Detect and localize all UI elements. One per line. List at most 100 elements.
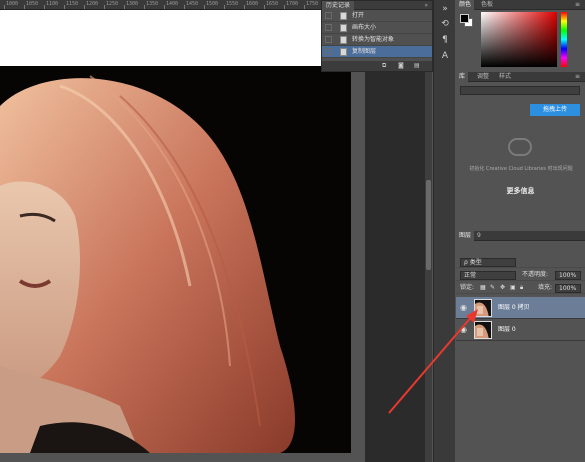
document-canvas[interactable]	[0, 10, 351, 453]
lock-transparent-icon[interactable]: ▦	[480, 282, 486, 294]
history-snapshot-checkbox[interactable]	[325, 12, 332, 19]
ruler-tick	[124, 5, 125, 9]
ruler-label: 1750	[306, 1, 319, 7]
ruler-label: 1250	[106, 1, 119, 7]
ruler-label: 1150	[66, 1, 79, 7]
color-picker-field[interactable]	[481, 12, 557, 67]
tab-styles[interactable]: 样式	[496, 72, 514, 82]
character-icon[interactable]: A	[439, 50, 451, 62]
history-icon[interactable]: ⟲	[439, 18, 451, 30]
layer-thumbnail	[474, 299, 492, 317]
blend-row: 正常 不透明度: 100%	[456, 269, 585, 281]
history-snapshot-checkbox[interactable]	[325, 48, 332, 55]
lock-label: 锁定:	[460, 284, 475, 291]
tab-adjustments[interactable]: 调整	[474, 72, 492, 82]
fill-input[interactable]: 100%	[555, 284, 581, 293]
tab-libraries[interactable]: 库	[456, 72, 469, 82]
layer-filter-row: ρ 类型	[456, 256, 585, 268]
pasteboard	[351, 10, 365, 462]
layer-thumbnail	[474, 321, 492, 339]
camera-icon[interactable]: ◙	[398, 62, 404, 69]
opacity-input[interactable]: 100%	[555, 271, 581, 280]
layers-panel-header: 图层 9	[456, 231, 585, 241]
ruler-label: 1500	[206, 1, 219, 7]
document-icon	[340, 12, 347, 20]
ruler-tick	[64, 5, 65, 9]
library-panel: 拖拽上传 初始化 Creative Cloud Libraries 时出现问题 …	[456, 83, 585, 228]
trash-icon[interactable]: ▤	[414, 62, 420, 69]
history-item[interactable]: 画布大小	[322, 22, 432, 34]
history-tab[interactable]: 历史记录	[322, 1, 355, 10]
library-select[interactable]	[460, 86, 580, 95]
panel-menu-icon[interactable]: ≡	[572, 0, 583, 10]
new-snapshot-icon[interactable]: ⧉	[382, 62, 386, 70]
vertical-scrollbar[interactable]	[425, 20, 432, 462]
ruler-label: 1700	[286, 1, 299, 7]
ruler-tick	[204, 5, 205, 9]
more-info-link[interactable]: 更多信息	[456, 186, 585, 196]
ruler-label: 1000	[6, 1, 19, 7]
filter-type-select[interactable]: ρ 类型	[460, 258, 516, 267]
library-panel-header: 库 调整 样式 ≡	[456, 72, 585, 82]
ruler-tick	[284, 5, 285, 9]
color-panel-header: 颜色 色板 ≡	[456, 0, 585, 10]
layer-row[interactable]: ◉ 图层 0 拷贝	[456, 297, 585, 319]
photo-woman-portrait	[0, 66, 351, 453]
history-item[interactable]: 复制图层	[322, 46, 432, 58]
ruler-tick	[184, 5, 185, 9]
ruler-tick	[224, 5, 225, 9]
ruler-tick	[244, 5, 245, 9]
layer-row[interactable]: ◉ 图层 0	[456, 319, 585, 341]
history-footer: ⧉ ◙ ▤	[322, 61, 432, 71]
layers-panel: ρ 类型 正常 不透明度: 100% 锁定: ▦ ✎ ✥ ▣ 🔒︎ 填充: 10…	[456, 241, 585, 462]
library-error-message: 初始化 Creative Cloud Libraries 时出现问题	[469, 166, 573, 172]
history-item-label: 转换为智能对象	[352, 36, 395, 43]
history-item-label: 复制图层	[352, 48, 377, 55]
ruler-tick	[24, 5, 25, 9]
history-item-label: 画布大小	[352, 24, 377, 31]
paragraph-icon[interactable]: ¶	[439, 34, 451, 46]
ruler-tick	[4, 5, 5, 9]
ruler-tick	[264, 5, 265, 9]
document-icon	[340, 24, 347, 32]
history-snapshot-checkbox[interactable]	[325, 24, 332, 31]
history-panel: 历史记录 » 打开画布大小转换为智能对象 复制图层 ⧉ ◙ ▤	[321, 0, 433, 72]
ruler-tick	[164, 5, 165, 9]
lock-all-icon[interactable]: 🔒︎	[520, 282, 523, 294]
history-panel-header: 历史记录 »	[322, 1, 432, 10]
panel-menu-icon[interactable]: ≡	[572, 72, 583, 82]
scrollbar-thumb[interactable]	[426, 180, 431, 270]
blend-mode-select[interactable]: 正常	[460, 271, 516, 280]
history-item-label: 打开	[352, 12, 365, 19]
ruler-label: 1450	[186, 1, 199, 7]
lock-artboard-icon[interactable]: ▣	[510, 282, 516, 294]
history-snapshot-checkbox[interactable]	[325, 36, 332, 43]
ruler-label: 1400	[166, 1, 179, 7]
document-icon	[340, 48, 347, 56]
opacity-label: 不透明度:	[522, 271, 549, 278]
lock-row: 锁定: ▦ ✎ ✥ ▣ 🔒︎ 填充: 100%	[456, 282, 585, 294]
lock-brush-icon[interactable]: ✎	[490, 282, 495, 294]
double-chevron-icon[interactable]: »	[424, 1, 428, 10]
upload-button[interactable]: 拖拽上传	[530, 104, 580, 116]
creative-cloud-icon	[508, 138, 532, 156]
filter-type-label: 类型	[469, 259, 482, 266]
eye-icon[interactable]: ◉	[460, 325, 467, 334]
history-item[interactable]: 打开	[322, 10, 432, 22]
tab-layers[interactable]: 图层	[456, 231, 475, 241]
history-item[interactable]: 转换为智能对象	[322, 34, 432, 46]
foreground-color-swatch[interactable]	[460, 14, 469, 23]
ruler-label: 1050	[26, 1, 39, 7]
document-icon	[340, 36, 347, 44]
hue-slider[interactable]	[561, 12, 567, 67]
eye-icon[interactable]: ◉	[460, 303, 467, 312]
swatches-tab[interactable]: 色板	[478, 0, 496, 10]
double-chevron-icon[interactable]: »	[439, 3, 451, 15]
color-tab[interactable]: 颜色	[456, 0, 475, 10]
ruler-label: 1200	[86, 1, 99, 7]
layer-name: 图层 0	[498, 326, 516, 333]
ruler-tick	[84, 5, 85, 9]
right-panel-dock: 颜色 色板 ≡ 库 调整 样式 ≡ 拖拽上传 初始化 Creative Clou…	[456, 0, 585, 462]
lock-move-icon[interactable]: ✥	[500, 282, 505, 294]
ruler-label: 1600	[246, 1, 259, 7]
